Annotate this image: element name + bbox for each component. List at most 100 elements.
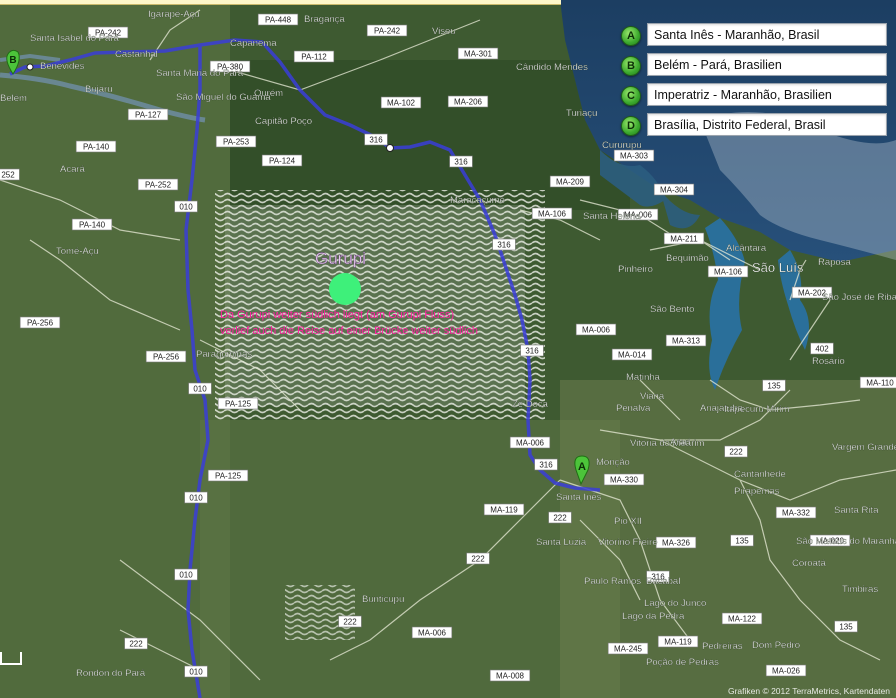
road-shield-label: MA-303 [620, 152, 649, 161]
road-shield: MA-006 [411, 626, 453, 639]
road-shield: PA-140 [71, 218, 113, 231]
cloud-patch-south [285, 585, 355, 640]
road-shield-label: MA-330 [610, 476, 639, 485]
road-shield: 316 [534, 458, 558, 471]
city-label: Maracaçumé [450, 195, 505, 206]
road-shield: PA-125 [217, 397, 259, 410]
road-shield-label: MA-332 [782, 509, 811, 518]
waypoint-list: A Santa Inês - Maranhão, Brasil B Belém … [617, 21, 896, 141]
waypoint-input[interactable]: Belém - Pará, Brasilien [647, 53, 887, 76]
city-label: Cantanhede [734, 469, 786, 480]
city-label: Lago da Pedra [622, 611, 685, 622]
city-label: Turiaçu [566, 108, 597, 119]
road-shield: MA-006 [509, 436, 551, 449]
city-label: Bunticupu [362, 594, 404, 605]
city-label: Timbiras [842, 584, 878, 595]
scale-bar [0, 652, 22, 665]
road-shield: 316 [520, 344, 544, 357]
city-label: Santa Maria do Pará [156, 68, 244, 79]
road-shield-label: PA-252 [145, 181, 172, 190]
city-label: Capanema [230, 38, 277, 49]
city-label: Coroatá [792, 558, 827, 569]
city-label: Acará [60, 164, 86, 175]
waypoint-row: A Santa Inês - Maranhão, Brasil [617, 21, 896, 51]
city-label: Zé Doca [512, 399, 549, 410]
waypoint-row: B Belém - Pará, Brasilien [617, 51, 896, 81]
city-label: Igarapé-Açu [148, 9, 200, 20]
waypoint-input[interactable]: Brasília, Distrito Federal, Brasil [647, 113, 887, 136]
road-shield: MA-301 [457, 47, 499, 60]
waypoint-row: D Brasília, Distrito Federal, Brasil [617, 111, 896, 141]
city-label: Santa Helena [583, 211, 641, 222]
road-shield-label: PA-124 [269, 157, 296, 166]
waypoint-marker-icon[interactable]: D [621, 116, 641, 136]
city-label: Rosário [812, 356, 845, 367]
road-shield: 222 [548, 511, 572, 524]
road-shield: PA-256 [19, 316, 61, 329]
city-label: Vitória do Mearim [630, 438, 704, 449]
route-waypoint-dot[interactable] [386, 144, 394, 152]
road-shield: PA-256 [145, 350, 187, 363]
road-shield: PA-124 [261, 154, 303, 167]
city-label: Ourém [254, 88, 283, 99]
waypoint-marker-icon[interactable]: B [621, 56, 641, 76]
city-label: Bujaru [85, 84, 112, 95]
city-label: Cururupu [602, 140, 642, 151]
road-shield: 010 [184, 491, 208, 504]
road-shield-label: MA-304 [660, 186, 689, 195]
road-shield: MA-119 [483, 503, 525, 516]
city-label: Matinha [626, 372, 661, 383]
city-label: Paulo Ramos [584, 576, 641, 587]
road-shield-label: MA-106 [714, 268, 743, 277]
city-label: Pio XII [614, 516, 642, 527]
city-label: Santa Isabel do Pará [30, 33, 119, 44]
road-shield-label: 222 [553, 514, 567, 523]
road-shield-label: PA-127 [135, 111, 162, 120]
road-shield: PA-252 [137, 178, 179, 191]
road-shield-label: 316 [454, 158, 468, 167]
road-shield: 402 [810, 342, 834, 355]
waypoint-marker-icon[interactable]: C [621, 86, 641, 106]
road-shield: MA-110 [859, 376, 896, 389]
road-shield: 222 [338, 615, 362, 628]
road-shield-label: 316 [539, 461, 553, 470]
road-shield-label: MA-211 [670, 235, 698, 244]
waypoint-input[interactable]: Imperatriz - Maranhão, Brasilien [647, 83, 887, 106]
annotation-line-1: Da Gurupi weiter südlich liegt (am Gurup… [220, 309, 454, 321]
waypoint-input[interactable]: Santa Inês - Maranhão, Brasil [647, 23, 887, 46]
city-label: Bacabal [646, 576, 680, 587]
road-shield: MA-330 [603, 473, 645, 486]
road-shield: MA-008 [489, 669, 531, 682]
route-waypoint-dot-belem[interactable] [26, 63, 34, 71]
city-label: Vitorino Freire [598, 537, 658, 548]
road-shield: MA-206 [447, 95, 489, 108]
road-shield-label: 316 [525, 347, 539, 356]
road-shield: 316 [449, 155, 473, 168]
road-shield: MA-119 [657, 635, 699, 648]
city-label: Vargem Grande [832, 442, 896, 453]
road-shield-label: 135 [735, 537, 749, 546]
road-shield: MA-332 [775, 506, 817, 519]
road-shield-label: MA-245 [614, 645, 643, 654]
city-label: Santa Luzia [536, 537, 587, 548]
road-shield-label: PA-125 [225, 400, 252, 409]
road-shield-label: 316 [497, 241, 511, 250]
road-shield: 135 [762, 379, 786, 392]
marker-a-letter: A [578, 461, 586, 473]
road-shield: MA-026 [765, 664, 807, 677]
road-shield-label: PA-140 [79, 221, 106, 230]
annotation-line-2: verlief auch die Reise auf einer Brücke … [220, 325, 478, 337]
city-label: Dom Pedro [752, 640, 800, 651]
road-shield-label: PA-140 [83, 143, 110, 152]
road-shield-label: PA-253 [223, 138, 250, 147]
gurupi-title: Gurupi [315, 249, 366, 268]
city-label: Viseu [432, 26, 456, 37]
city-label: Penalva [616, 403, 651, 414]
road-shield-label: MA-006 [582, 326, 611, 335]
road-shield: PA-242 [366, 24, 408, 37]
waypoint-marker-icon[interactable]: A [621, 26, 641, 46]
city-label: Bragança [304, 14, 345, 25]
road-shield: PA-125 [207, 469, 249, 482]
road-shield: MA-326 [655, 536, 697, 549]
gurupi-marker[interactable] [329, 273, 361, 305]
